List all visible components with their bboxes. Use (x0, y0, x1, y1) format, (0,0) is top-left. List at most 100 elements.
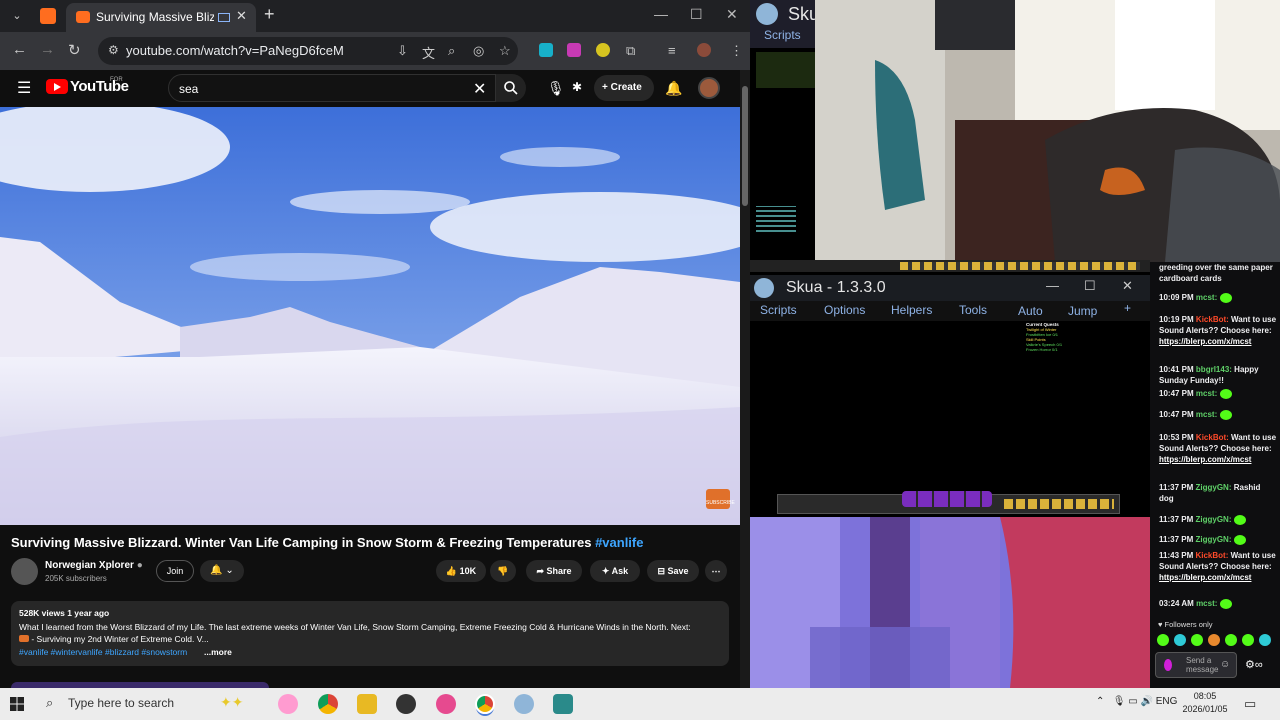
skua-menu-jump[interactable]: Jump (1068, 304, 1097, 318)
subscribe-watermark[interactable]: SUBSCRIBE (706, 489, 735, 509)
maximize-icon[interactable]: ☐ (690, 6, 703, 23)
skua-menu-scripts[interactable]: Scripts (760, 303, 797, 317)
search-highlight-icon[interactable]: ✦✦ (220, 694, 243, 711)
profile-avatar-icon[interactable] (697, 43, 711, 57)
maximize-icon[interactable]: ☐ (1084, 278, 1096, 294)
create-button[interactable]: + Create (594, 75, 654, 101)
chat-username[interactable]: mcst: (1196, 410, 1217, 419)
chrome-icon[interactable] (318, 694, 338, 714)
bookmark-star-icon[interactable]: ☆ (499, 43, 511, 59)
skua-menu-options[interactable]: Options (824, 303, 865, 317)
volume-icon[interactable]: 🔊 (1140, 696, 1152, 707)
chat-username[interactable]: ZiggyGN: (1195, 483, 1231, 492)
close-icon[interactable]: ✕ (1122, 278, 1133, 294)
skua-menu-tools[interactable]: Tools (959, 303, 987, 317)
new-tab-button[interactable]: + (264, 4, 275, 25)
chat-input[interactable]: Send a message ☺ (1155, 652, 1237, 678)
network-icon[interactable]: ▭ (1128, 696, 1137, 707)
chat-username[interactable]: mcst: (1196, 599, 1217, 608)
video-player[interactable]: SUBSCRIBE (0, 107, 740, 525)
clear-search-icon[interactable]: ✕ (473, 79, 486, 99)
obs-icon[interactable] (396, 694, 416, 714)
chat-link[interactable]: https://blerp.com/x/mcst (1159, 455, 1251, 464)
skua-menu-add[interactable]: + (1124, 301, 1131, 315)
save-button[interactable]: ⊟ Save (647, 560, 699, 582)
chat-link[interactable]: https://blerp.com/x/mcst (1159, 573, 1251, 582)
extension-icon[interactable] (567, 43, 581, 57)
skua-small-scripts-menu[interactable]: Scripts (764, 28, 801, 42)
skua-menu-helpers[interactable]: Helpers (891, 303, 932, 317)
ask-button[interactable]: ✦ Ask (590, 560, 640, 582)
description-box[interactable]: 528K views 1 year ago What I learned fro… (11, 601, 729, 666)
close-tab-icon[interactable]: ✕ (236, 8, 247, 24)
game-action-bar[interactable] (777, 491, 1120, 514)
chat-username[interactable]: KickBot: (1196, 433, 1229, 442)
chat-username[interactable]: mcst: (1196, 293, 1217, 302)
chat-link[interactable]: https://blerp.com/x/mcst (1159, 337, 1251, 346)
game-menu-icons[interactable] (1004, 499, 1114, 509)
hamburger-menu-icon[interactable]: ☰ (17, 78, 31, 98)
subscribed-bell-button[interactable]: 🔔 ⌄ (200, 560, 244, 582)
chat-username[interactable]: bbgrl143: (1196, 365, 1232, 374)
taskbar-search[interactable]: Type here to search (68, 696, 174, 710)
file-explorer-icon[interactable] (357, 694, 377, 714)
zoom-icon[interactable]: ⌕ (448, 43, 455, 59)
like-button[interactable]: 👍 10K (436, 560, 486, 582)
extensions-puzzle-icon[interactable]: ⧉ (626, 43, 635, 59)
extension-icon[interactable] (596, 43, 610, 57)
video-hashtag[interactable]: #vanlife (595, 535, 643, 550)
reload-icon[interactable]: ↻ (68, 41, 81, 59)
skill-bar[interactable] (902, 491, 992, 507)
notifications-bell-icon[interactable]: 🔔 (665, 80, 682, 97)
chat-username[interactable]: mcst: (1196, 389, 1217, 398)
forward-icon[interactable]: → (40, 41, 55, 58)
install-icon[interactable]: ⇩ (397, 43, 408, 59)
emoji-icon[interactable]: ☺ (1220, 659, 1230, 670)
translate-icon[interactable]: 文 (422, 43, 435, 62)
chrome-active-icon[interactable] (475, 694, 495, 714)
extension-gear-icon[interactable]: ✱ (572, 80, 582, 94)
minimize-icon[interactable]: — (654, 6, 668, 22)
chat-settings-icon[interactable]: ⚙∞ (1245, 658, 1263, 671)
taskbar-clock[interactable]: 08:05 2026/01/05 (1180, 690, 1230, 716)
show-more-link[interactable]: ...more (204, 647, 232, 657)
site-info-icon[interactable]: ⚙ (108, 43, 119, 57)
dislike-button[interactable]: 👎 (490, 560, 516, 582)
tab-search-dropdown-icon[interactable]: ⌄ (6, 6, 28, 26)
skua-taskbar-icon[interactable] (514, 694, 534, 714)
notification-center-icon[interactable]: ▭ (1244, 696, 1256, 712)
game-launcher-icon[interactable] (553, 694, 573, 714)
tab-active[interactable]: Surviving Massive Blizzard. ✕ (66, 3, 256, 32)
back-icon[interactable]: ← (12, 41, 27, 58)
show-hidden-icons[interactable]: ⌃ (1096, 696, 1104, 707)
menu-kebab-icon[interactable]: ⋮ (730, 43, 743, 59)
app-icon[interactable] (436, 694, 456, 714)
account-avatar[interactable] (698, 77, 720, 99)
channel-avatar[interactable] (11, 558, 38, 585)
windows-start-icon[interactable] (10, 697, 24, 711)
channel-name[interactable]: Norwegian Xplorer ● (45, 560, 143, 571)
search-input[interactable]: sea ✕ (168, 74, 496, 102)
language-indicator[interactable]: ENG (1156, 696, 1178, 707)
pinned-tab[interactable] (40, 8, 56, 24)
media-controls-icon[interactable]: ≡ (668, 43, 676, 58)
more-actions-button[interactable]: ⋯ (705, 560, 727, 582)
share-button[interactable]: ➦ Share (526, 560, 582, 582)
chat-username[interactable]: ZiggyGN: (1195, 535, 1231, 544)
search-button[interactable] (496, 74, 526, 102)
minimize-icon[interactable]: — (1046, 278, 1059, 293)
microphone-icon[interactable]: 🎙 (1113, 696, 1126, 707)
eye-slash-icon[interactable]: ◎ (473, 43, 484, 59)
chat-username[interactable]: ZiggyGN: (1195, 515, 1231, 524)
emote-icons[interactable] (1156, 632, 1278, 648)
chat-username[interactable]: KickBot: (1196, 315, 1229, 324)
copilot-icon[interactable] (278, 694, 298, 714)
youtube-logo-icon[interactable] (46, 79, 68, 94)
chat-username[interactable]: KickBot: (1195, 551, 1228, 560)
join-button[interactable]: Join (156, 560, 194, 582)
description-hashtags[interactable]: #vanlife #wintervanlife #blizzard #snows… (19, 647, 187, 657)
close-window-icon[interactable]: ✕ (726, 6, 738, 23)
microphone-icon[interactable]: 🎙 (547, 80, 565, 97)
skua-menu-auto[interactable]: Auto (1018, 304, 1043, 318)
extension-icon[interactable] (539, 43, 553, 57)
